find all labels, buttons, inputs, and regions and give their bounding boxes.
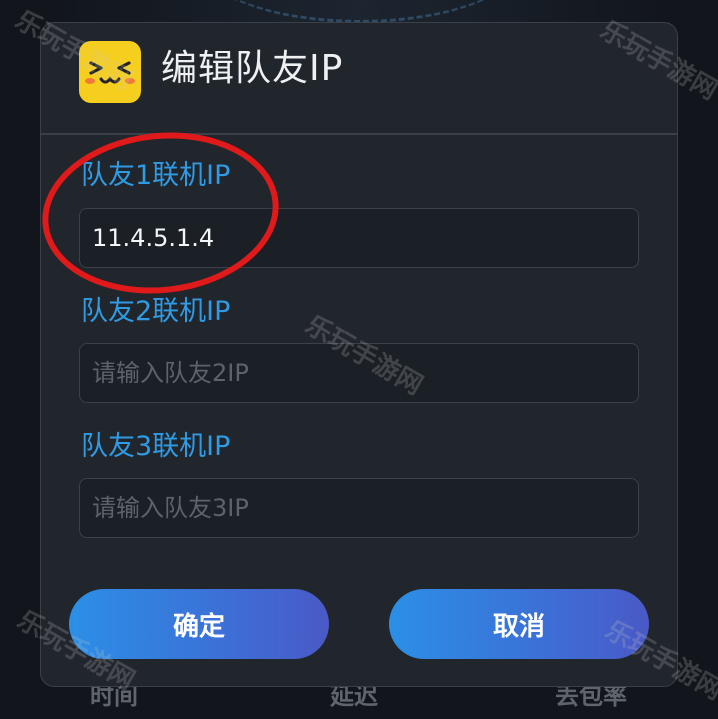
teammate3-ip-input[interactable]: [79, 478, 639, 538]
teammate2-ip-label: 队友2联机IP: [81, 296, 231, 327]
dialog-header: 编辑队友IP: [41, 23, 677, 135]
dialog-title: 编辑队友IP: [161, 48, 344, 89]
teammate3-ip-label: 队友3联机IP: [81, 431, 231, 462]
